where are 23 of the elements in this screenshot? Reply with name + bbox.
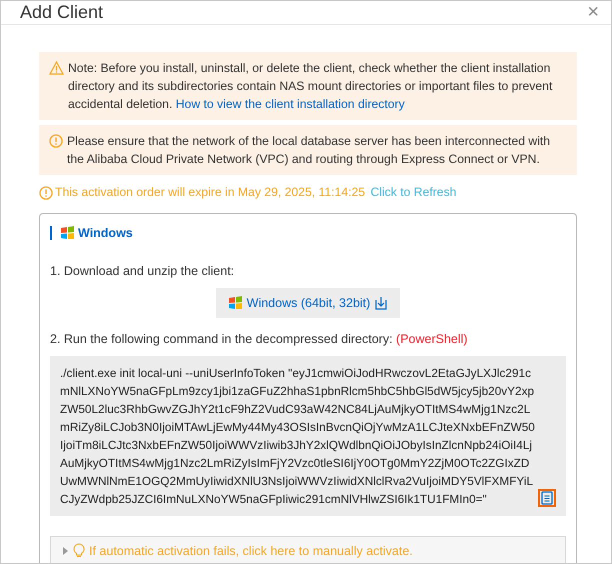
refresh-link[interactable]: Click to Refresh xyxy=(367,185,456,199)
alert-text: Please ensure that the network of the local database server has been interconnected with the Alibaba Cloud Private Network (VPC) and routing through Express Connect or VPN. xyxy=(67,133,552,168)
windows-logo-icon xyxy=(228,296,243,310)
alert-text: Note: Before you install, uninstall, or delete the client, check whether the client installation directory and its subdirectories contain NAS mount directories or important files to prevent accidental deletion. How to view the client installation directory xyxy=(68,60,554,113)
command-text: ./client.exe init local-uni --uniUserInfoToken "eyJ1cmwiOiJodHRwczovL2EtaGJyLXJlc291cmNlLXNoYW5naGFpLm9zcy1jbi1zaGFuZ2hhaS1pbnRlcm5hbC5hbGl5dW5jcy5jb20vY2xpZW50L2luc3RhbGwvZGJhY2t1cF9hZ2VudC93aW42NC84LjAuMjkyOTItMS4wMjg1Nzc2LmRiZy8iLCJob3N0IjoiMTAwLjEwMy44My43OSIsInBvcnQiOjYwMzA1LCJteXNxbEFnZW50IjoiTm8iLCJtc3NxbEFnZW50IjoiWWVzIiwib3JhY2xlQWdlbnQiOiJObyIsInZlcnNpb24iOiI4LjAuMjkyOTItMS4wMjg1Nzc2LmRiZyIsImFjY2Vzc0tleSI6IjY0OTg0MmY2ZjM0OTc2ZGIxZDUwMWNlNmE1OGQ2MmUyIiwidXNlU3NsIjoiWWVzIiwidXNlclRva2VuIjoiMDY5VlFXMFYiLCJyZWdpb25JZCI6ImNuLXNoYW5naGFpIiwic291cmNlVHlwZSI6Ik1TU1FMIn0=" xyxy=(60,365,535,508)
download-icon xyxy=(374,296,388,310)
info-icon xyxy=(49,134,63,148)
step-text: 2. Run the following command in the decompressed directory: (PowerShell) xyxy=(50,332,469,346)
info-icon xyxy=(39,186,53,200)
copy-icon xyxy=(541,491,553,505)
panel-title-text: Windows xyxy=(78,226,133,240)
copy-button[interactable] xyxy=(538,489,556,507)
download-button[interactable]: Windows (64bit, 32bit) xyxy=(216,288,400,318)
step-text: 1. Download and unzip the client: xyxy=(50,264,236,278)
manual-activation-toggle[interactable]: If automatic activation fails, click here to manually activate. xyxy=(50,536,566,563)
close-button[interactable]: × xyxy=(587,1,599,24)
expiry-text: This activation order will expire in May 29, 2025, 11:14:25 xyxy=(55,185,366,199)
caret-icon xyxy=(61,546,69,554)
warning-icon xyxy=(49,61,64,75)
dialog-title: Add Client xyxy=(20,2,104,23)
windows-logo-icon xyxy=(60,226,75,240)
lightbulb-icon xyxy=(73,543,85,558)
help-link[interactable]: How to view the client installation directory xyxy=(176,97,405,111)
